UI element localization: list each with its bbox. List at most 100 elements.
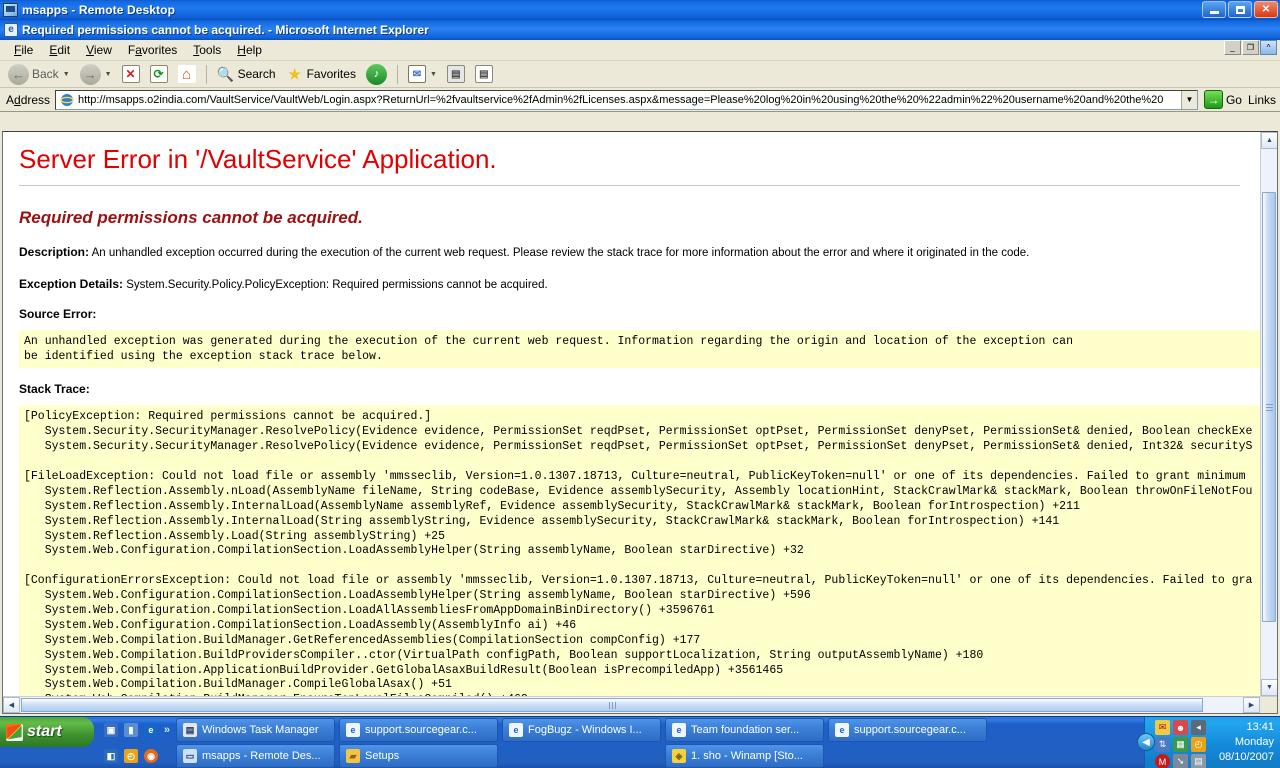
messenger-icon[interactable]: ☻ — [1173, 720, 1188, 735]
ie-titlebar: e Required permissions cannot be acquire… — [0, 20, 1280, 40]
task-manager-icon: ▤ — [183, 723, 197, 737]
start-button[interactable]: start — [0, 717, 94, 747]
media-button[interactable]: ♪ — [362, 63, 391, 86]
task-button[interactable]: ▭ msapps - Remote Des... — [176, 744, 335, 768]
clock-icon[interactable]: ◴ — [1191, 737, 1206, 752]
task-button[interactable]: ▤ Windows Task Manager — [176, 718, 335, 742]
doc-maximize-button[interactable]: ^ — [1260, 40, 1277, 55]
grid-icon[interactable]: ▦ — [1173, 737, 1188, 752]
back-button[interactable]: ← Back ▼ — [4, 63, 74, 86]
task-button[interactable]: ◈ 1. sho - Winamp [Sto... — [665, 744, 824, 768]
task-button[interactable]: ▰ Setups — [339, 744, 498, 768]
stop-button[interactable]: ✕ — [118, 63, 144, 86]
mail-dropdown-icon[interactable]: ▼ — [430, 71, 437, 78]
print-button[interactable]: ▤ — [443, 63, 469, 86]
mcafee-icon[interactable]: M — [1155, 754, 1170, 768]
rd-restore-button[interactable] — [1228, 1, 1252, 18]
remote-desktop-icon — [3, 3, 18, 17]
favorites-button[interactable]: ★ Favorites — [282, 63, 360, 86]
hscroll-thumb[interactable] — [21, 698, 1203, 712]
remote-desktop-icon: ▭ — [183, 749, 197, 763]
start-label: start — [27, 723, 62, 740]
home-icon: ⌂ — [177, 65, 196, 83]
menu-tools[interactable]: Tools — [185, 41, 229, 59]
hscroll-grip-icon — [611, 701, 613, 709]
description-label: Description: — [19, 245, 90, 259]
refresh-button[interactable]: ⟳ — [146, 63, 172, 86]
mouse-icon[interactable]: ➘ — [1173, 754, 1188, 768]
task-button[interactable]: e support.sourcegear.c... — [828, 718, 987, 742]
menu-help[interactable]: Help — [229, 41, 270, 59]
links-button[interactable]: Links — [1248, 93, 1276, 107]
go-button[interactable]: → Go — [1203, 90, 1242, 109]
volume-icon[interactable]: ◂ — [1191, 720, 1206, 735]
media-player-icon[interactable]: ▮ — [123, 723, 138, 737]
task-button[interactable]: e FogBugz - Windows I... — [502, 718, 661, 742]
exception-details-label: Exception Details: — [19, 276, 124, 291]
forward-dropdown-icon[interactable]: ▼ — [105, 71, 112, 78]
error-subtitle: Required permissions cannot be acquired. — [19, 208, 363, 227]
task-button-label: 1. sho - Winamp [Sto... — [691, 750, 803, 762]
task-row-1: ▤ Windows Task Manager e support.sourceg… — [176, 718, 1140, 743]
vertical-scrollbar[interactable]: ▲ ▼ — [1260, 132, 1277, 696]
ie-menubar: _ ❐ ^ File Edit View Favorites Tools Hel… — [0, 40, 1280, 61]
clock[interactable]: 13:41 Monday 08/10/2007 — [1219, 720, 1274, 765]
exception-details-text: System.Security.Policy.PolicyException: … — [126, 278, 548, 291]
vscroll-up-button[interactable]: ▲ — [1261, 132, 1277, 149]
menu-favorites[interactable]: Favorites — [120, 41, 185, 59]
task-button[interactable]: e support.sourcegear.c... — [339, 718, 498, 742]
back-dropdown-icon[interactable]: ▼ — [63, 71, 70, 78]
network-icon[interactable]: ⇅ — [1155, 737, 1170, 752]
rd-close-button[interactable]: ✕ — [1254, 1, 1278, 18]
hscroll-left-button[interactable]: ◀ — [3, 697, 20, 713]
show-desktop-icon[interactable]: ▣ — [104, 723, 118, 737]
clock-icon[interactable]: ◴ — [124, 749, 138, 763]
ie-addressbar: Address http://msapps.o2india.com/VaultS… — [0, 88, 1280, 112]
mail-icon[interactable]: ✉ — [1155, 720, 1170, 735]
task-button[interactable]: e Team foundation ser... — [665, 718, 824, 742]
vscroll-down-button[interactable]: ▼ — [1261, 679, 1277, 696]
menu-file[interactable]: File — [6, 41, 41, 59]
winamp-icon: ◈ — [672, 749, 686, 763]
rd-minimize-button[interactable] — [1202, 1, 1226, 18]
home-button[interactable]: ⌂ — [174, 63, 200, 86]
task-button-label: support.sourcegear.c... — [365, 724, 477, 736]
stop-icon: ✕ — [121, 65, 140, 83]
monitor-icon[interactable]: ▤ — [1191, 754, 1206, 768]
stack-trace-label: Stack Trace: — [19, 382, 90, 397]
outlook-icon[interactable]: ◧ — [104, 749, 118, 763]
internet-explorer-icon: e — [4, 23, 18, 37]
quick-launch-chevron-icon[interactable]: » — [164, 724, 170, 736]
forward-button[interactable]: → ▼ — [76, 63, 116, 86]
search-icon: 🔍 — [216, 65, 235, 82]
internet-explorer-icon: e — [509, 723, 523, 737]
task-button-label: Windows Task Manager — [202, 724, 319, 736]
page-viewport: Server Error in '/VaultService' Applicat… — [2, 131, 1278, 714]
exception-details-paragraph: Exception Details: System.Security.Polic… — [19, 276, 1260, 294]
description-text: An unhandled exception occurred during t… — [91, 247, 1030, 259]
internet-explorer-icon: e — [672, 723, 686, 737]
task-button-label: msapps - Remote Des... — [202, 750, 321, 762]
address-dropdown-icon[interactable]: ▼ — [1180, 90, 1197, 109]
search-button[interactable]: 🔍 Search — [213, 63, 280, 86]
star-icon: ★ — [288, 65, 301, 82]
tray-expand-button[interactable]: ◀ — [1137, 733, 1155, 751]
edit-button[interactable]: ▤ — [471, 63, 497, 86]
menu-edit[interactable]: Edit — [41, 41, 78, 59]
hscroll-right-button[interactable]: ▶ — [1243, 697, 1260, 713]
doc-restore-button[interactable]: ❐ — [1242, 40, 1259, 55]
internet-explorer-icon[interactable]: e — [143, 723, 158, 737]
doc-minimize-button[interactable]: _ — [1224, 40, 1241, 55]
task-button-label: Setups — [365, 750, 400, 762]
firefox-icon[interactable]: ◉ — [144, 749, 158, 763]
menu-view[interactable]: View — [78, 41, 120, 59]
vscroll-thumb[interactable] — [1262, 192, 1276, 622]
address-input[interactable]: http://msapps.o2india.com/VaultService/V… — [55, 89, 1198, 110]
favorites-label: Favorites — [306, 67, 356, 81]
vscroll-grip-icon — [1265, 406, 1273, 408]
task-button-label: Team foundation ser... — [691, 724, 800, 736]
mail-button[interactable]: ✉ ▼ — [404, 63, 441, 86]
horizontal-scrollbar[interactable]: ◀ ▶ — [3, 696, 1277, 713]
description-paragraph: Description: An unhandled exception occu… — [19, 244, 1260, 262]
go-arrow-icon: → — [1203, 90, 1223, 109]
